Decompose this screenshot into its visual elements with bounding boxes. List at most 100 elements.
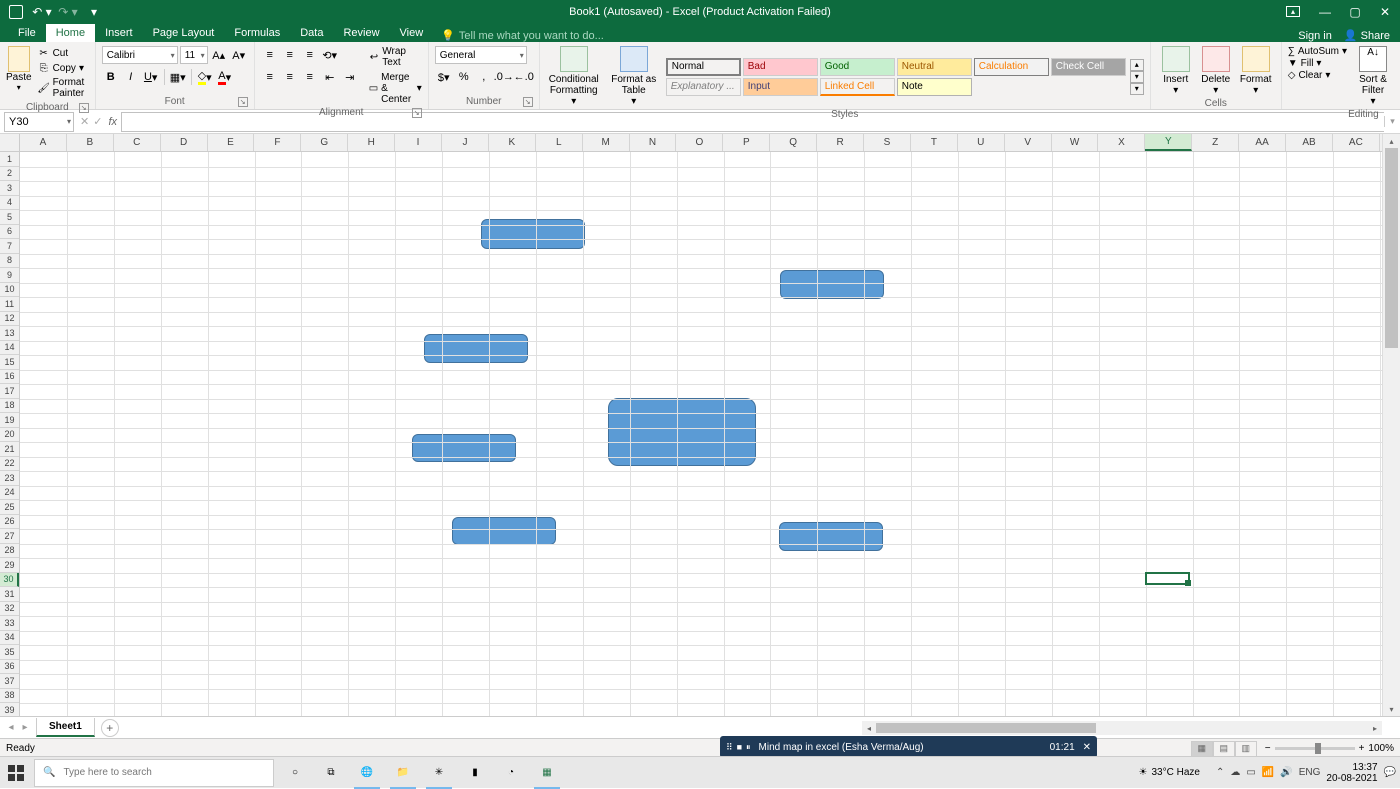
- clear-button[interactable]: ◇Clear ▾: [1288, 70, 1347, 81]
- rec-drag-icon[interactable]: ⠿: [726, 742, 733, 753]
- customize-qat-button[interactable]: ▾: [84, 2, 104, 22]
- style-linked-cell[interactable]: Linked Cell: [820, 78, 895, 96]
- tray-language[interactable]: ENG: [1299, 767, 1321, 778]
- row-header-33[interactable]: 33: [0, 616, 19, 631]
- row-header-18[interactable]: 18: [0, 399, 19, 414]
- row-header-1[interactable]: 1: [0, 152, 19, 167]
- col-header-B[interactable]: B: [67, 134, 114, 151]
- autosum-button[interactable]: ∑AutoSum ▾: [1288, 46, 1347, 57]
- col-header-Q[interactable]: Q: [770, 134, 817, 151]
- style-input[interactable]: Input: [743, 78, 818, 96]
- task-app2[interactable]: ◔: [494, 757, 528, 789]
- font-launcher[interactable]: ↘: [238, 97, 248, 107]
- col-header-S[interactable]: S: [864, 134, 911, 151]
- tray-chevron[interactable]: ⌃: [1216, 767, 1224, 778]
- tray-wifi-icon[interactable]: 📶: [1262, 767, 1274, 778]
- align-bottom-button[interactable]: ≡: [301, 46, 319, 64]
- font-color-button[interactable]: A▾: [216, 68, 234, 86]
- row-header-11[interactable]: 11: [0, 297, 19, 312]
- row-header-15[interactable]: 15: [0, 355, 19, 370]
- row-header-6[interactable]: 6: [0, 225, 19, 240]
- tab-home[interactable]: Home: [46, 24, 95, 42]
- alignment-launcher[interactable]: ↘: [412, 108, 422, 118]
- tray-clock[interactable]: 13:3720-08-2021: [1326, 762, 1377, 784]
- tab-review[interactable]: Review: [333, 24, 389, 42]
- delete-cells-button[interactable]: Delete▾: [1197, 46, 1235, 96]
- row-header-31[interactable]: 31: [0, 587, 19, 602]
- shape-rect-6[interactable]: [452, 517, 556, 545]
- style-explanatory[interactable]: Explanatory ...: [666, 78, 741, 96]
- align-left-button[interactable]: ≡: [261, 68, 279, 86]
- view-page-break-button[interactable]: ▥: [1235, 741, 1257, 757]
- row-header-25[interactable]: 25: [0, 500, 19, 515]
- underline-button[interactable]: U▾: [142, 68, 160, 86]
- col-header-C[interactable]: C: [114, 134, 161, 151]
- align-top-button[interactable]: ≡: [261, 46, 279, 64]
- tray-battery-icon[interactable]: ▭: [1246, 767, 1255, 778]
- share-button[interactable]: 👤 Share: [1344, 29, 1390, 42]
- col-header-AA[interactable]: AA: [1239, 134, 1286, 151]
- increase-indent-button[interactable]: ⇥: [341, 68, 359, 86]
- scroll-left-button[interactable]: ◂: [862, 724, 876, 733]
- col-header-A[interactable]: A: [20, 134, 67, 151]
- format-cells-button[interactable]: Format▾: [1237, 46, 1275, 96]
- col-header-O[interactable]: O: [676, 134, 723, 151]
- tab-page-layout[interactable]: Page Layout: [143, 24, 225, 42]
- style-check-cell[interactable]: Check Cell: [1051, 58, 1126, 76]
- scroll-down-button[interactable]: ▾: [1383, 702, 1400, 716]
- row-header-24[interactable]: 24: [0, 486, 19, 501]
- col-header-H[interactable]: H: [348, 134, 395, 151]
- row-header-21[interactable]: 21: [0, 442, 19, 457]
- col-header-X[interactable]: X: [1098, 134, 1145, 151]
- tab-data[interactable]: Data: [290, 24, 333, 42]
- rec-pause-button[interactable]: ⏸: [746, 742, 751, 753]
- row-header-28[interactable]: 28: [0, 544, 19, 559]
- copy-button[interactable]: ⎘Copy ▾: [36, 61, 89, 75]
- number-launcher[interactable]: ↘: [523, 97, 533, 107]
- increase-decimal-button[interactable]: .0→: [495, 68, 513, 86]
- col-header-AC[interactable]: AC: [1333, 134, 1380, 151]
- row-header-8[interactable]: 8: [0, 254, 19, 269]
- enter-formula-button[interactable]: ✓: [93, 115, 102, 128]
- row-header-32[interactable]: 32: [0, 602, 19, 617]
- insert-cells-button[interactable]: Insert▾: [1157, 46, 1195, 96]
- row-header-38[interactable]: 38: [0, 689, 19, 704]
- row-header-16[interactable]: 16: [0, 370, 19, 385]
- style-calculation[interactable]: Calculation: [974, 58, 1049, 76]
- styles-more-button[interactable]: ▾: [1130, 83, 1144, 95]
- row-header-27[interactable]: 27: [0, 529, 19, 544]
- col-header-T[interactable]: T: [911, 134, 958, 151]
- task-chrome[interactable]: 🌐: [350, 757, 384, 789]
- decrease-decimal-button[interactable]: ←.0: [515, 68, 533, 86]
- name-box[interactable]: Y30▾: [4, 112, 74, 132]
- selected-cell[interactable]: [1145, 572, 1191, 586]
- row-header-5[interactable]: 5: [0, 210, 19, 225]
- fill-handle[interactable]: [1185, 580, 1191, 586]
- col-header-R[interactable]: R: [817, 134, 864, 151]
- sheet-tab-1[interactable]: Sheet1: [36, 718, 95, 737]
- row-header-23[interactable]: 23: [0, 471, 19, 486]
- col-header-E[interactable]: E: [208, 134, 255, 151]
- paste-button[interactable]: Paste▾: [6, 46, 32, 100]
- col-header-F[interactable]: F: [254, 134, 301, 151]
- weather-widget[interactable]: ☀33°C Haze: [1139, 767, 1200, 778]
- decrease-indent-button[interactable]: ⇤: [321, 68, 339, 86]
- start-button[interactable]: [0, 757, 32, 789]
- row-header-20[interactable]: 20: [0, 428, 19, 443]
- shape-rect-5[interactable]: [412, 434, 516, 462]
- tab-insert[interactable]: Insert: [95, 24, 143, 42]
- row-header-39[interactable]: 39: [0, 703, 19, 716]
- fx-icon[interactable]: fx: [108, 116, 117, 128]
- col-header-I[interactable]: I: [395, 134, 442, 151]
- row-header-10[interactable]: 10: [0, 283, 19, 298]
- col-header-N[interactable]: N: [630, 134, 677, 151]
- styles-scroll-up[interactable]: ▴: [1130, 59, 1144, 71]
- format-as-table-button[interactable]: Format as Table▾: [606, 46, 662, 107]
- minimize-button[interactable]: —: [1310, 0, 1340, 24]
- increase-font-button[interactable]: A▴: [210, 46, 228, 64]
- col-header-U[interactable]: U: [958, 134, 1005, 151]
- recording-close-button[interactable]: ✕: [1083, 742, 1091, 753]
- col-header-V[interactable]: V: [1005, 134, 1052, 151]
- accounting-format-button[interactable]: $▾: [435, 68, 453, 86]
- close-button[interactable]: ✕: [1370, 0, 1400, 24]
